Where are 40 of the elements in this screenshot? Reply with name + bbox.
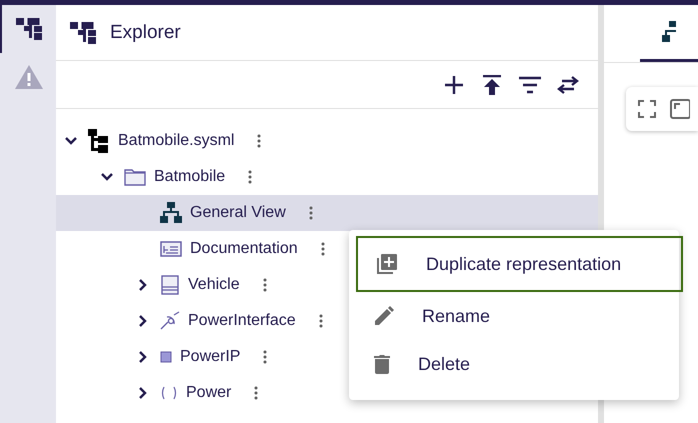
- more-icon[interactable]: [308, 205, 314, 221]
- part-icon: [160, 275, 180, 295]
- document-icon: [160, 240, 182, 258]
- tree-item-label: Batmobile.sysml: [118, 132, 234, 150]
- pencil-icon: [374, 306, 394, 326]
- hierarchy-diagram-icon: [662, 21, 676, 43]
- explorer-icon: [70, 22, 96, 44]
- menu-item[interactable]: Rename: [356, 292, 679, 340]
- tree-item-label: Batmobile: [154, 168, 226, 186]
- frame-icon[interactable]: [670, 99, 690, 119]
- menu-item[interactable]: Duplicate representation: [356, 236, 683, 292]
- tree-item-label: Documentation: [190, 240, 298, 258]
- tree-item-label: PowerIP: [180, 348, 240, 366]
- parentheses-icon: [160, 386, 178, 400]
- more-icon[interactable]: [262, 277, 268, 293]
- explorer-icon: [16, 18, 42, 40]
- warning-icon: [15, 65, 43, 89]
- more-icon[interactable]: [253, 385, 260, 401]
- tree-item-label: Power: [186, 384, 232, 402]
- tree-item[interactable]: Batmobile.sysml: [56, 123, 598, 159]
- interface-icon: [160, 311, 180, 331]
- tree-item-label: Vehicle: [188, 276, 240, 294]
- more-icon[interactable]: [247, 169, 254, 185]
- more-icon[interactable]: [256, 133, 262, 149]
- panel-title: Explorer: [110, 22, 181, 44]
- tree-item-label: PowerInterface: [188, 312, 296, 330]
- folder-icon: [124, 168, 146, 186]
- more-icon[interactable]: [262, 349, 268, 365]
- tree-item[interactable]: General View: [56, 195, 598, 231]
- trash-icon: [374, 354, 390, 374]
- fullscreen-icon[interactable]: [638, 100, 656, 118]
- tree-item-label: General View: [190, 204, 286, 222]
- more-icon[interactable]: [320, 241, 326, 257]
- hierarchy-diagram-icon: [160, 202, 182, 224]
- port-icon: [160, 351, 172, 363]
- tree-item[interactable]: Batmobile: [56, 159, 598, 195]
- library-add-icon: [376, 253, 398, 275]
- more-icon[interactable]: [318, 313, 324, 329]
- upload-button[interactable]: [480, 72, 504, 96]
- model-tree-icon: [88, 129, 110, 153]
